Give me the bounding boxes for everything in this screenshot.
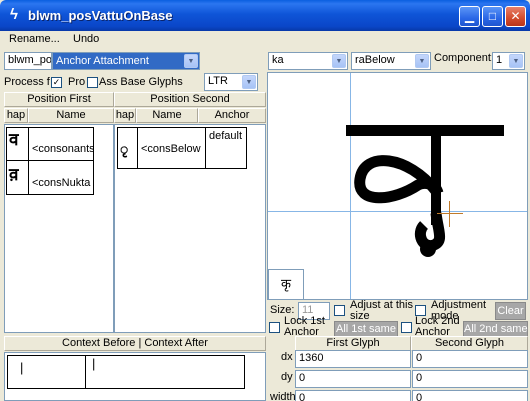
glyph1-dropdown[interactable]: ka ▼ bbox=[268, 52, 348, 70]
direction-value: LTR bbox=[208, 75, 228, 87]
first-row-1-glyph[interactable]: व bbox=[9, 127, 18, 150]
col-divider bbox=[137, 127, 138, 169]
first-col-glyph[interactable]: hap bbox=[4, 108, 28, 123]
anchor-crosshair-v bbox=[449, 201, 450, 227]
menu-rename[interactable]: Rename... bbox=[9, 33, 60, 45]
first-glyph-header: First Glyph bbox=[295, 336, 411, 351]
menu-undo[interactable]: Undo bbox=[73, 33, 99, 45]
glyph-outline bbox=[346, 125, 504, 257]
lock-2nd-label: Lock 2nd Anchor bbox=[415, 316, 460, 338]
adjustment-mode-checkbox[interactable] bbox=[415, 305, 426, 316]
window-title: blwm_posVattuOnBase bbox=[28, 8, 173, 23]
context-after[interactable]: | bbox=[92, 356, 95, 371]
lookup-type-dropdown[interactable]: Anchor Attachment ▼ bbox=[52, 52, 200, 70]
dx-first-field[interactable]: 1360 bbox=[295, 350, 411, 368]
position-first-header: Position First bbox=[4, 92, 114, 107]
second-row-1-anchor[interactable]: default bbox=[209, 130, 242, 142]
glyph1-value: ka bbox=[272, 54, 284, 66]
chevron-down-icon: ▼ bbox=[415, 54, 429, 68]
glyph-preview-canvas[interactable]: कृ bbox=[267, 72, 528, 300]
pass-base-checkbox[interactable] bbox=[87, 77, 98, 88]
second-col-anchor[interactable]: Anchor bbox=[198, 108, 266, 123]
adjust-size-checkbox[interactable] bbox=[334, 305, 345, 316]
small-preview: कृ bbox=[268, 269, 304, 299]
lookup-type-value: Anchor Attachment bbox=[56, 55, 149, 67]
pass-base-label: Ass Base Glyphs bbox=[99, 76, 183, 88]
chevron-down-icon: ▼ bbox=[509, 54, 523, 68]
lock-2nd-checkbox[interactable] bbox=[401, 322, 412, 333]
first-row-2-glyph[interactable]: व़ bbox=[9, 162, 18, 185]
glyph2-dropdown[interactable]: raBelow ▼ bbox=[351, 52, 431, 70]
first-row-2-name[interactable]: <consNukta bbox=[32, 177, 94, 189]
all-2nd-same-button[interactable]: All 2nd same bbox=[463, 321, 528, 337]
dy-label: dy bbox=[281, 371, 293, 383]
close-button[interactable]: ✕ bbox=[505, 6, 526, 27]
app-icon: ϟ bbox=[10, 6, 18, 23]
glyph2-value: raBelow bbox=[355, 54, 395, 66]
lookup-name-field[interactable]: blwm_pos bbox=[4, 52, 52, 70]
lock-1st-label: Lock 1st Anchor bbox=[284, 316, 325, 338]
context-header: Context Before | Context After bbox=[4, 336, 266, 351]
direction-dropdown[interactable]: LTR ▼ bbox=[204, 73, 258, 91]
position-second-header: Position Second bbox=[114, 92, 266, 107]
second-glyph-header: Second Glyph bbox=[411, 336, 528, 351]
width-first-field[interactable]: 0 bbox=[295, 390, 411, 401]
component-value: 1 bbox=[496, 54, 503, 66]
chevron-down-icon: ▼ bbox=[332, 54, 346, 68]
context-table[interactable] bbox=[7, 355, 245, 389]
col-divider bbox=[28, 127, 29, 195]
minimize-button[interactable]: ▁ bbox=[459, 6, 480, 27]
col-divider bbox=[85, 355, 86, 389]
anchor-crosshair-h bbox=[437, 213, 463, 214]
second-row-1-glyph[interactable]: ृ bbox=[120, 140, 128, 159]
row-divider bbox=[6, 160, 94, 161]
size-label: Size: bbox=[270, 304, 295, 316]
second-col-name[interactable]: Name bbox=[136, 108, 198, 123]
dx-second-field[interactable]: 0 bbox=[412, 350, 528, 368]
dx-label: dx bbox=[281, 351, 293, 363]
maximize-button[interactable]: □ bbox=[482, 6, 503, 27]
second-row-1-name[interactable]: <consBelow bbox=[141, 143, 201, 155]
first-col-name[interactable]: Name bbox=[28, 108, 114, 123]
process-label: Process f bbox=[4, 76, 50, 88]
prop-label: Pro bbox=[68, 76, 86, 88]
adjust-size-label: Adjust at this size bbox=[350, 300, 413, 322]
chevron-down-icon: ▼ bbox=[184, 54, 198, 68]
context-before[interactable]: | bbox=[20, 360, 23, 375]
size-value: 11 bbox=[302, 304, 314, 316]
dy-second-field[interactable]: 0 bbox=[412, 370, 528, 388]
component-label: Component: bbox=[434, 52, 494, 64]
chevron-down-icon: ▼ bbox=[242, 75, 256, 89]
clear-button[interactable]: Clear bbox=[495, 302, 526, 320]
first-row-1-name[interactable]: <consonants bbox=[32, 143, 94, 155]
width-second-field[interactable]: 0 bbox=[412, 390, 528, 401]
width-label: width bbox=[270, 391, 296, 401]
col-divider bbox=[205, 127, 206, 169]
component-dropdown[interactable]: 1 ▼ bbox=[492, 52, 525, 70]
second-col-glyph[interactable]: hap bbox=[114, 108, 136, 123]
dy-first-field[interactable]: 0 bbox=[295, 370, 411, 388]
all-1st-same-button[interactable]: All 1st same bbox=[334, 321, 398, 337]
process-checkbox[interactable]: ✓ bbox=[51, 77, 62, 88]
lock-1st-checkbox[interactable] bbox=[269, 322, 280, 333]
